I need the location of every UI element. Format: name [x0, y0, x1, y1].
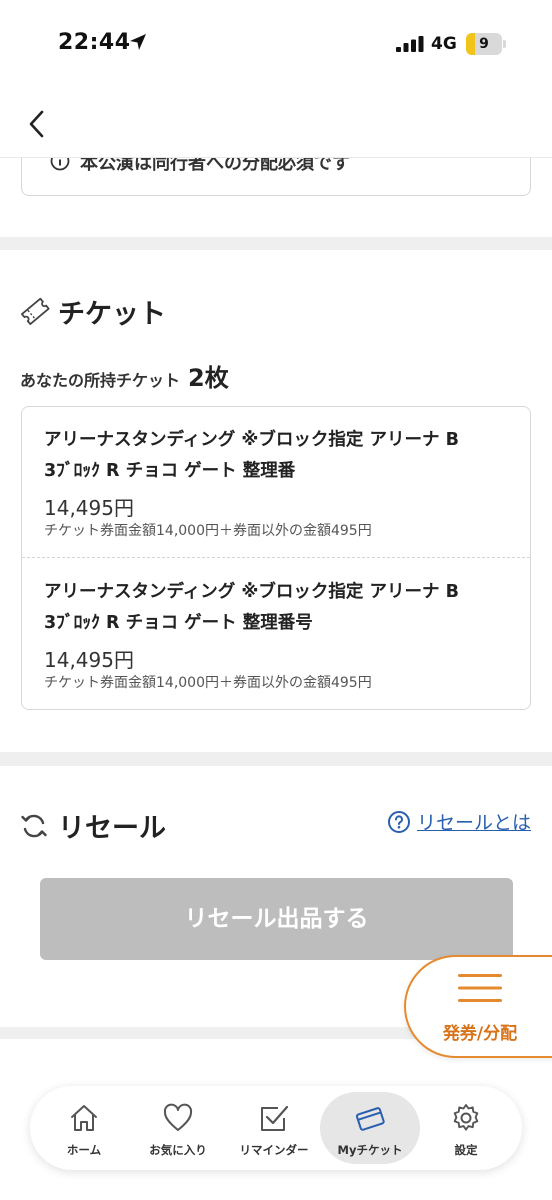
tab-label: お気に入り	[149, 1143, 207, 1157]
gear-icon	[453, 1104, 479, 1131]
ticket-icon	[21, 297, 50, 325]
ticket-section-title: チケット	[58, 299, 166, 330]
owned-tickets-summary: あなたの所持チケット 2枚	[20, 358, 229, 393]
heart-icon	[163, 1103, 193, 1131]
checkbox-icon	[261, 1105, 289, 1131]
section-divider	[0, 237, 552, 250]
ticket-price: 14,495円	[44, 496, 134, 520]
menu-icon	[458, 974, 502, 1002]
tab-label: Myチケット	[337, 1143, 403, 1157]
home-icon	[71, 1105, 97, 1131]
tab-home[interactable]: ホーム	[34, 1092, 134, 1164]
tab-label: リマインダー	[239, 1143, 309, 1157]
issue-distribute-label[interactable]: 発券/分配	[406, 1019, 552, 1044]
tab-label: ホーム	[66, 1143, 102, 1157]
refresh-icon	[21, 814, 47, 838]
location-arrow-icon	[130, 34, 146, 50]
section-divider	[0, 752, 552, 766]
owned-label: あなたの所持チケット	[20, 371, 181, 390]
status-bar: 22:44 4G 9	[0, 0, 552, 92]
battery-level: 9	[479, 36, 489, 52]
signal-icon	[396, 36, 424, 52]
ticket-name-line1: アリーナスタンディング ※ブロック指定 アリーナ B	[44, 430, 459, 450]
tab-my-ticket[interactable]: Myチケット	[320, 1092, 420, 1164]
tab-reminder[interactable]: リマインダー	[224, 1092, 324, 1164]
ticket-item: アリーナスタンディング ※ブロック指定 アリーナ B 3ﾌﾞﾛｯｸ R チョコ …	[44, 425, 514, 541]
ticket-icon	[355, 1107, 385, 1131]
ticket-name-line1: アリーナスタンディング ※ブロック指定 アリーナ B	[44, 582, 459, 602]
resale-help-link-label[interactable]: リセールとは	[417, 808, 531, 835]
owned-count: 2枚	[188, 364, 229, 392]
issue-distribute-button[interactable]: 発券/分配	[404, 955, 552, 1058]
network-label: 4G	[431, 34, 457, 54]
tab-settings[interactable]: 設定	[416, 1092, 516, 1164]
ticket-item: アリーナスタンディング ※ブロック指定 アリーナ B 3ﾌﾞﾛｯｸ R チョコ …	[44, 577, 514, 693]
back-chevron-icon[interactable]	[20, 106, 56, 142]
ticket-price-breakdown: チケット券面金額14,000円＋券面以外の金額495円	[44, 675, 372, 691]
tab-favorites[interactable]: お気に入り	[128, 1092, 228, 1164]
ticket-separator	[22, 557, 530, 558]
tab-label: 設定	[454, 1143, 478, 1157]
ticket-list-card: アリーナスタンディング ※ブロック指定 アリーナ B 3ﾌﾞﾛｯｸ R チョコ …	[21, 406, 531, 710]
ticket-name-line2: 3ﾌﾞﾛｯｸ R チョコ ゲート 整理番	[44, 461, 296, 481]
ticket-price-breakdown: チケット券面金額14,000円＋券面以外の金額495円	[44, 523, 372, 539]
bottom-tab-bar: ホーム お気に入り リマインダー Myチケット 設定	[30, 1086, 522, 1170]
resale-list-button[interactable]: リセール出品する	[40, 878, 513, 960]
nav-header	[0, 92, 552, 158]
ticket-name-line2: 3ﾌﾞﾛｯｸ R チョコ ゲート 整理番号	[44, 613, 313, 633]
status-time: 22:44	[58, 30, 131, 55]
resale-section-title: リセール	[58, 813, 166, 844]
help-circle-icon	[388, 811, 410, 833]
battery-icon: 9	[466, 33, 502, 55]
ticket-price: 14,495円	[44, 648, 134, 672]
